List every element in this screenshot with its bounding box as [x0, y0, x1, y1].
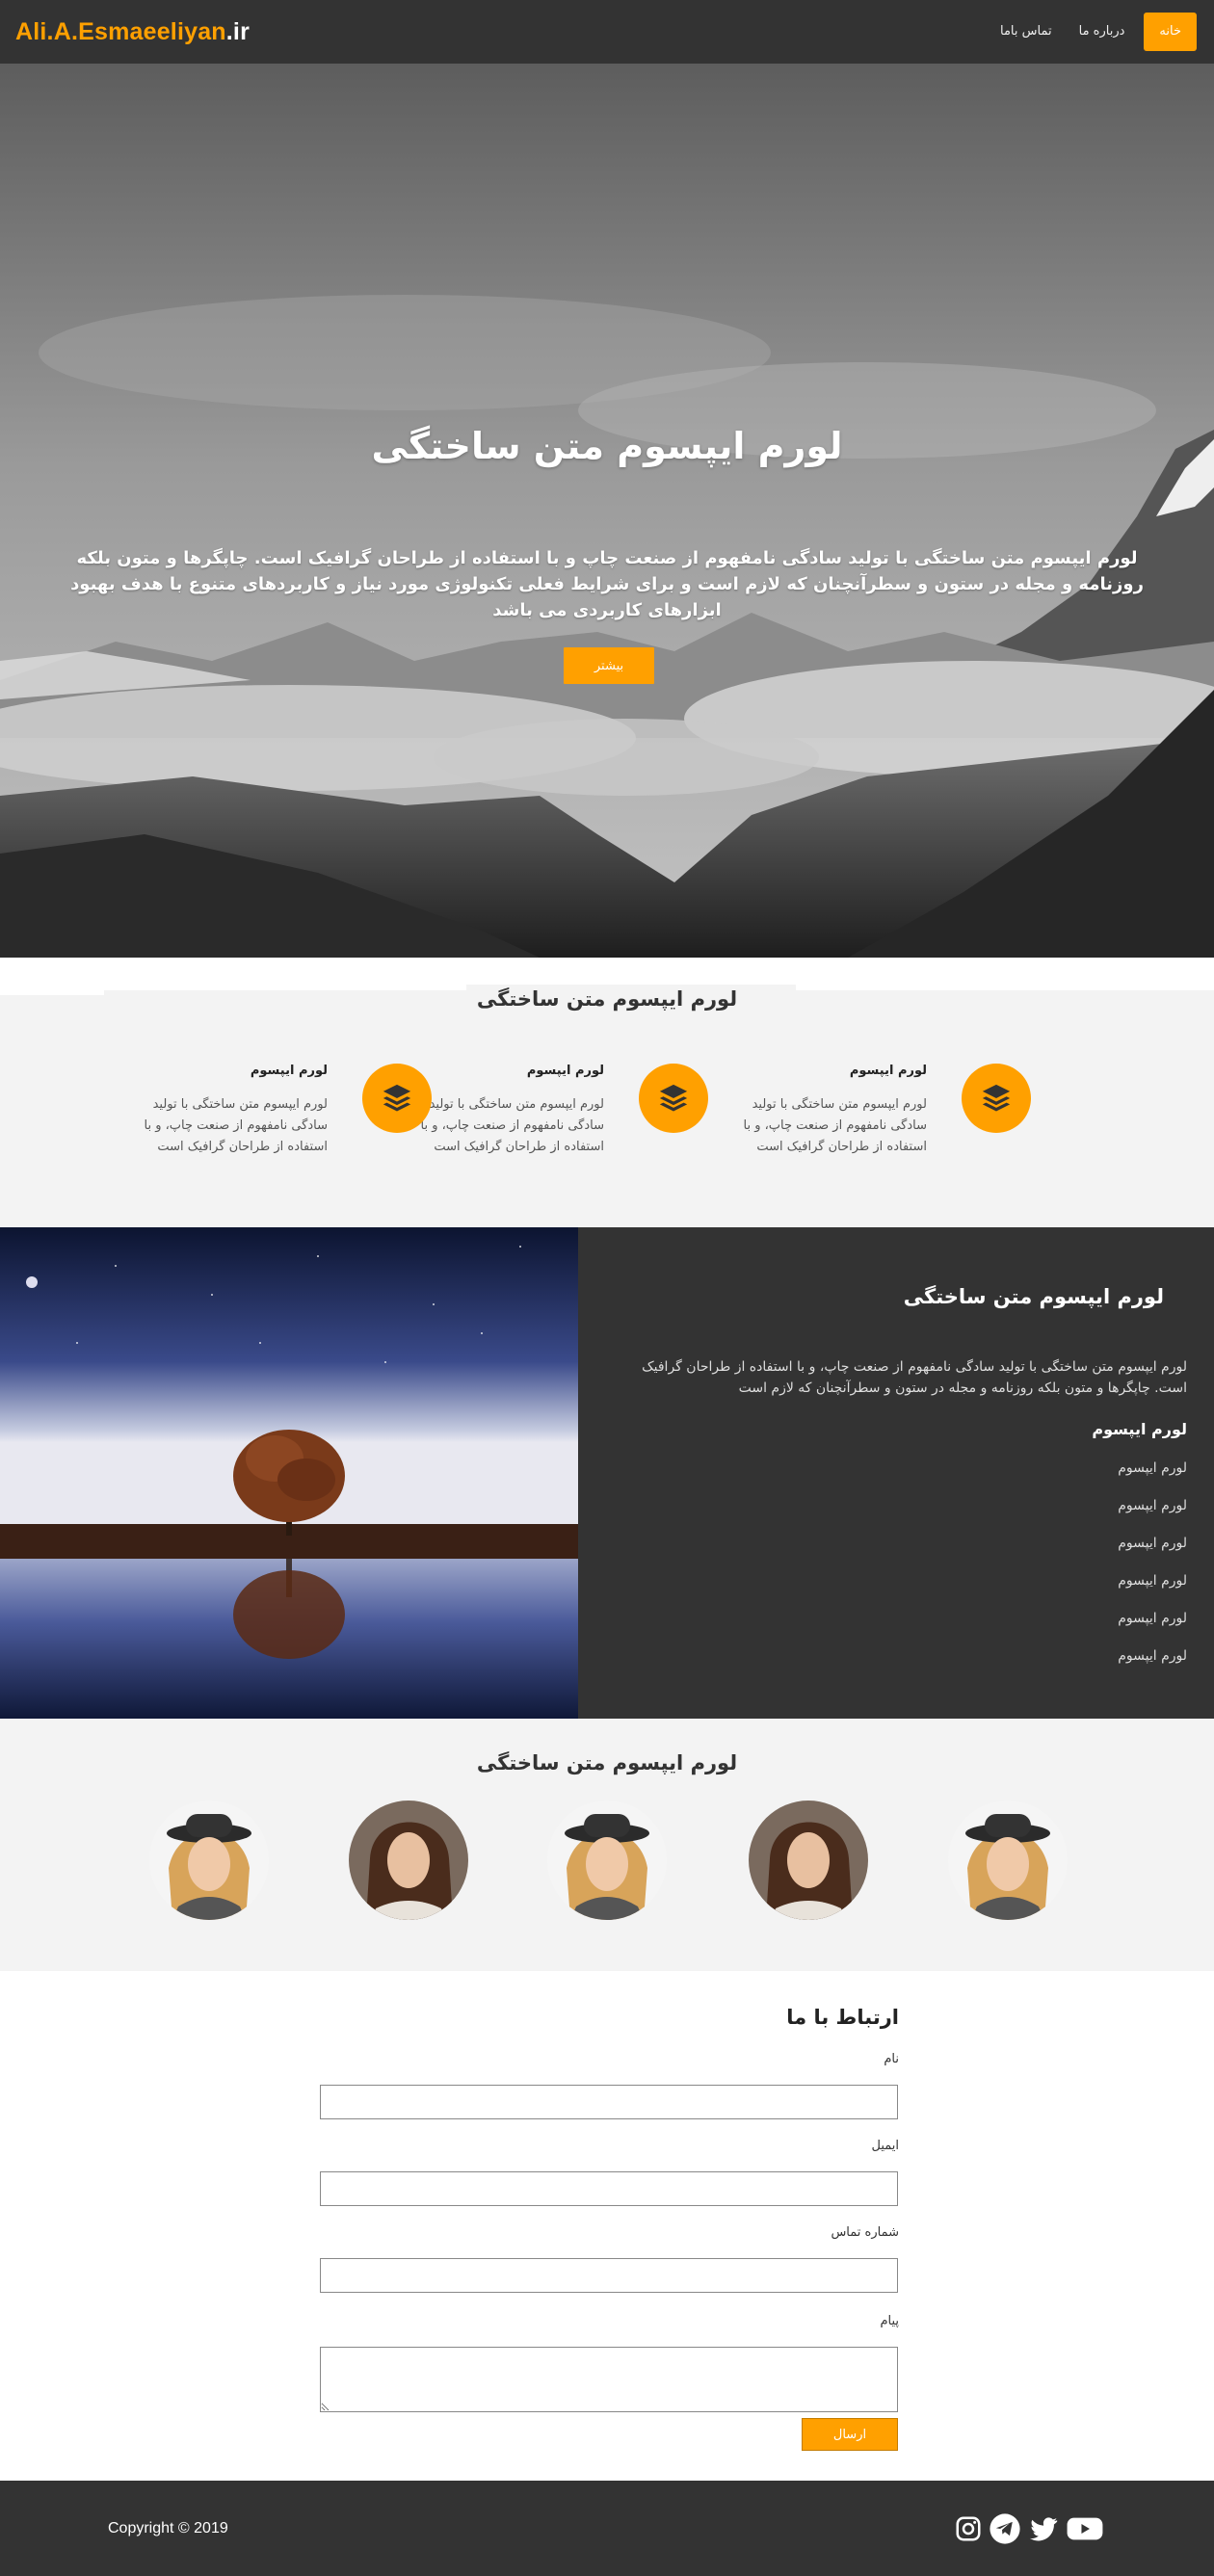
brand-main: Ali.A.Esmaeeliyan — [15, 17, 226, 45]
feature-title: لورم ایپسوم — [849, 1064, 927, 1078]
nav-item-home[interactable]: خانه — [1144, 13, 1197, 51]
layers-icon — [362, 1064, 432, 1133]
about-subtitle: لورم ایپسوم — [1092, 1420, 1187, 1438]
brand-logo[interactable]: Ali.A.Esmaeeliyan.ir — [15, 18, 250, 46]
hero-section: لورم ایپسوم متن ساختگی لورم ایپسوم متن س… — [0, 64, 1214, 958]
about-section: لورم ایپسوم متن ساختگی لورم ایپسوم متن س… — [0, 1227, 1214, 1719]
phone-label: شماره تماس — [831, 2225, 899, 2240]
nav-item-contact[interactable]: تماس باما — [987, 13, 1066, 51]
twitter-icon[interactable] — [1027, 2512, 1060, 2545]
hero-title: لورم ایپسوم متن ساختگی — [371, 425, 843, 467]
avatar — [948, 1801, 1068, 1920]
instagram-icon[interactable] — [954, 2514, 983, 2543]
feature-title: لورم ایپسوم — [526, 1064, 604, 1078]
submit-button[interactable]: ارسال — [802, 2418, 898, 2451]
email-field[interactable] — [320, 2171, 898, 2206]
tree-night-image — [0, 1227, 578, 1719]
top-navbar: Ali.A.Esmaeeliyan.ir تماس باما درباره ما… — [0, 0, 1214, 64]
list-item: لورم ایپسوم — [1118, 1611, 1187, 1626]
telegram-icon[interactable] — [989, 2512, 1021, 2545]
feature-card-2: لورم ایپسوم لورم ایپسوم متن ساختگی با تو… — [400, 1064, 708, 1170]
email-label: ایمیل — [871, 2139, 899, 2153]
phone-field[interactable] — [320, 2258, 898, 2293]
nav-item-about[interactable]: درباره ما — [1066, 13, 1139, 51]
list-item: لورم ایپسوم — [1118, 1498, 1187, 1513]
social-links — [954, 2512, 1104, 2545]
feature-title: لورم ایپسوم — [250, 1064, 328, 1078]
team-title: لورم ایپسوم متن ساختگی — [476, 1751, 738, 1774]
features-title: لورم ایپسوم متن ساختگی — [476, 987, 738, 1011]
list-item: لورم ایپسوم — [1118, 1648, 1187, 1664]
avatar — [547, 1801, 667, 1920]
avatar — [349, 1801, 468, 1920]
team-section: لورم ایپسوم متن ساختگی — [0, 1719, 1214, 1971]
feature-text: لورم ایپسوم متن ساختگی با تولید سادگی نا… — [144, 1097, 328, 1154]
hero-text: لورم ایپسوم متن ساختگی با تولید سادگی نا… — [70, 548, 1144, 620]
brand-tld: .ir — [225, 17, 251, 45]
layers-icon — [639, 1064, 708, 1133]
hero-more-button[interactable]: بیشتر — [564, 647, 654, 684]
name-label: نام — [884, 2052, 899, 2066]
list-item: لورم ایپسوم — [1118, 1460, 1187, 1476]
feature-card-1: لورم ایپسوم لورم ایپسوم متن ساختگی با تو… — [723, 1064, 1031, 1170]
about-title: لورم ایپسوم متن ساختگی — [903, 1285, 1164, 1308]
feature-text: لورم ایپسوم متن ساختگی با تولید سادگی نا… — [743, 1097, 927, 1154]
about-text-panel: لورم ایپسوم متن ساختگی لورم ایپسوم متن س… — [578, 1227, 1214, 1719]
about-description: لورم ایپسوم متن ساختگی با تولید سادگی نا… — [642, 1359, 1187, 1396]
about-list: لورم ایپسوم لورم ایپسوم لورم ایپسوم لورم… — [1118, 1460, 1187, 1686]
feature-card-3: لورم ایپسوم لورم ایپسوم متن ساختگی با تو… — [123, 1064, 432, 1170]
contact-section: ارتباط با ما نام ایمیل شماره تماس پیام ا… — [0, 1971, 1214, 2481]
footer: Copyright © 2019 — [0, 2481, 1214, 2576]
features-section: لورم ایپسوم متن ساختگی لورم ایپسوم لورم … — [0, 958, 1214, 1227]
contact-title: ارتباط با ما — [786, 2006, 899, 2029]
avatar — [149, 1801, 269, 1920]
list-item: لورم ایپسوم — [1118, 1573, 1187, 1589]
name-field[interactable] — [320, 2085, 898, 2119]
message-field[interactable] — [320, 2347, 898, 2412]
message-label: پیام — [880, 2314, 899, 2328]
youtube-icon[interactable] — [1066, 2512, 1104, 2545]
list-item: لورم ایپسوم — [1118, 1536, 1187, 1551]
copyright-text: Copyright © 2019 — [108, 2519, 228, 2537]
layers-icon — [962, 1064, 1031, 1133]
nav-menu: تماس باما درباره ما خانه — [987, 13, 1197, 51]
avatar — [749, 1801, 868, 1920]
